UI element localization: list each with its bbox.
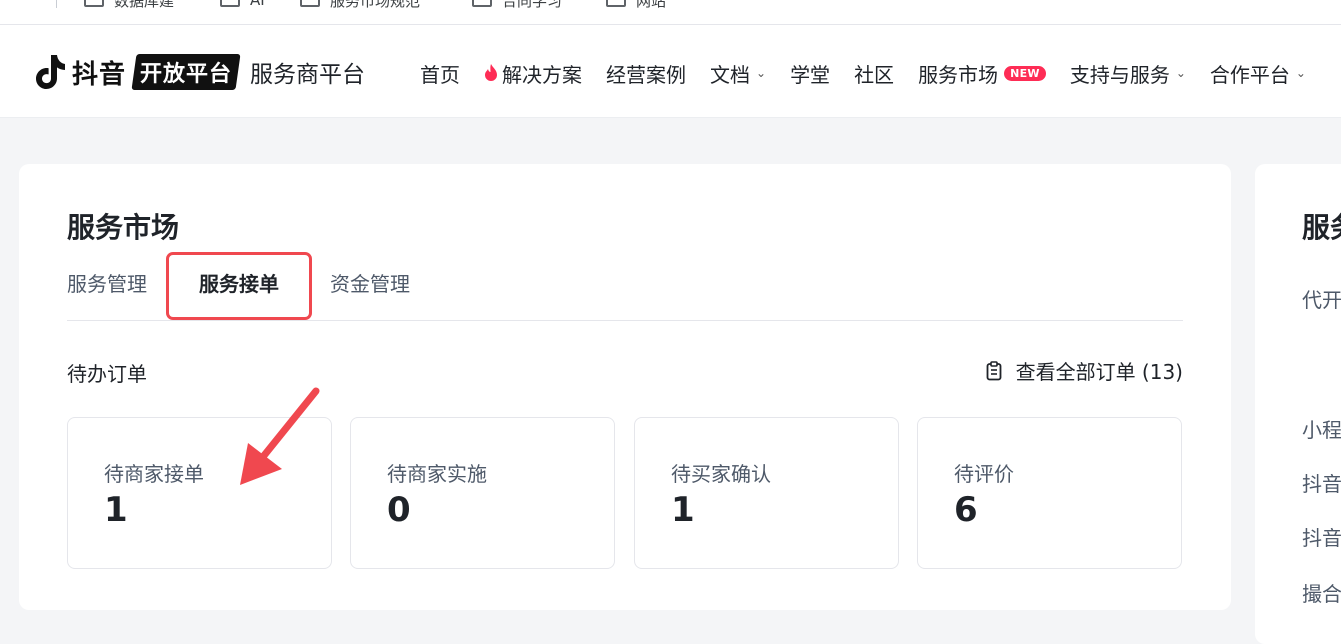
bookmark-label: 合同学习 <box>502 0 563 10</box>
folder-icon <box>84 0 104 7</box>
bookmark-separator <box>56 0 57 8</box>
bookmark-item[interactable]: AI <box>220 0 265 9</box>
chevron-down-icon: ⌄ <box>756 66 767 80</box>
folder-icon <box>472 0 492 7</box>
stat-label: 待商家实施 <box>387 462 487 486</box>
nav-label: 解决方案 <box>502 62 582 87</box>
card-title: 服务市场 <box>67 211 180 244</box>
stat-label: 待商家接单 <box>104 462 204 486</box>
side-card-item[interactable]: 小程 <box>1302 414 1341 443</box>
bookmark-item[interactable]: 合同学习 <box>472 0 563 10</box>
logo[interactable]: 抖音 开放平台 服务商平台 <box>32 52 365 92</box>
side-card-item[interactable]: 抖音 <box>1302 522 1341 551</box>
view-all-orders-link[interactable]: 查看全部订单 (13) <box>986 356 1183 385</box>
tab-divider <box>67 320 1183 321</box>
folder-icon <box>300 0 320 7</box>
tab-service-management[interactable]: 服务管理 <box>67 268 147 297</box>
annotation-arrow-icon <box>240 387 320 485</box>
bookmark-label: 网站 <box>636 0 667 10</box>
bookmark-label: 数据库建 <box>114 0 175 10</box>
stat-label: 待买家确认 <box>671 462 771 486</box>
platform-subtitle: 服务商平台 <box>250 62 366 88</box>
chevron-down-icon: ⌄ <box>1175 66 1186 80</box>
nav-community[interactable]: 社区 <box>854 59 894 88</box>
nav-home[interactable]: 首页 <box>420 59 460 88</box>
tab-highlight-box <box>166 252 312 320</box>
side-card-item[interactable]: 撮合 <box>1302 578 1341 607</box>
nav-support[interactable]: 支持与服务 ⌄ <box>1070 59 1186 88</box>
stat-label: 待评价 <box>954 462 1014 486</box>
bookmark-item[interactable]: 数据库建 <box>84 0 175 10</box>
brand-badge-text: 开放平台 <box>140 62 233 87</box>
stat-value: 6 <box>954 490 978 530</box>
stat-value: 1 <box>104 490 128 530</box>
brand-name: 抖音 <box>72 59 127 90</box>
main-nav: 首页 解决方案 经营案例 文档 ⌄ 学堂 社区 服务市场 NEW 支持与服务 ⌄ 合作… <box>420 58 1330 88</box>
stat-card-pending-review[interactable]: 待评价 6 <box>917 417 1182 569</box>
nav-label: 合作平台 <box>1209 62 1290 87</box>
nav-label: 服务市场 <box>918 62 999 87</box>
pending-orders-label: 待办订单 <box>67 362 147 386</box>
nav-label: 社区 <box>854 62 895 87</box>
chevron-down-icon: ⌄ <box>1295 66 1306 80</box>
nav-solutions[interactable]: 解决方案 <box>484 59 582 88</box>
side-card: 服务 代开 小程 抖音 抖音 撮合 <box>1255 164 1341 644</box>
nav-service-market[interactable]: 服务市场 NEW <box>918 59 1046 88</box>
stat-value: 0 <box>387 490 411 530</box>
stat-card-pending-implement[interactable]: 待商家实施 0 <box>350 417 615 569</box>
stat-card-pending-confirm[interactable]: 待买家确认 1 <box>634 417 899 569</box>
service-market-card: 服务市场 服务管理 服务接单 资金管理 待办订单 查看全部订单 (13) 待商家… <box>19 164 1231 610</box>
nav-label: 学堂 <box>790 62 831 87</box>
fire-icon <box>485 64 497 81</box>
side-card-title: 服务 <box>1302 211 1341 244</box>
apps-grid-icon[interactable] <box>10 0 28 6</box>
tab-fund-management[interactable]: 资金管理 <box>330 268 410 297</box>
new-badge: NEW <box>1004 65 1046 81</box>
bookmark-item[interactable]: 网站 <box>606 0 667 10</box>
tiktok-logo-icon <box>36 55 65 89</box>
stat-value: 1 <box>671 490 695 530</box>
nav-cases[interactable]: 经营案例 <box>606 59 686 88</box>
side-card-item[interactable]: 代开 <box>1302 284 1341 313</box>
side-card-item[interactable]: 抖音 <box>1302 468 1341 497</box>
nav-label: 文档 <box>710 62 750 87</box>
top-navigation: 抖音 开放平台 服务商平台 首页 解决方案 经营案例 文档 ⌄ 学堂 社区 服务市… <box>0 25 1341 118</box>
nav-label: 支持与服务 <box>1069 62 1170 87</box>
folder-icon <box>606 0 626 7</box>
nav-label: 首页 <box>420 62 460 87</box>
nav-partners[interactable]: 合作平台 ⌄ <box>1210 59 1306 88</box>
bookmark-item[interactable]: 服务市场规范 <box>300 0 421 10</box>
folder-icon <box>220 0 240 7</box>
bookmark-label: AI <box>250 0 265 9</box>
bookmark-label: 服务市场规范 <box>330 0 421 10</box>
view-all-label: 查看全部订单 (13) <box>1015 360 1183 384</box>
nav-label: 经营案例 <box>606 62 686 87</box>
nav-docs[interactable]: 文档 ⌄ <box>710 59 766 88</box>
bookmarks-bar: 数据库建 AI 服务市场规范 合同学习 网站 <box>0 0 1341 25</box>
clipboard-icon <box>986 360 1001 380</box>
nav-academy[interactable]: 学堂 <box>790 59 830 88</box>
brand-badge: 开放平台 <box>131 54 241 90</box>
